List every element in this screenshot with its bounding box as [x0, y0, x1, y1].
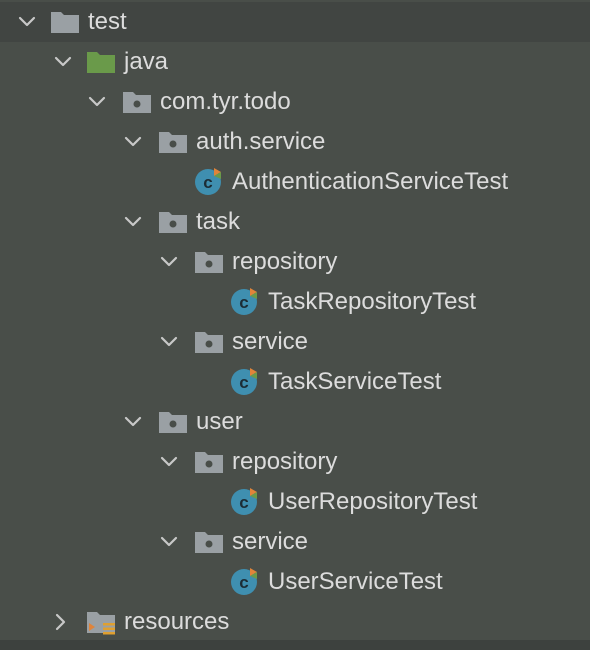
- tree-row-authentication-service-test[interactable]: c AuthenticationServiceTest: [0, 162, 590, 202]
- tree-row-label: resources: [124, 608, 230, 635]
- tree-row-task-repository[interactable]: repository: [0, 242, 590, 282]
- package-icon: [158, 409, 188, 435]
- chevron-down-icon[interactable]: [158, 531, 180, 553]
- package-icon: [194, 529, 224, 555]
- chevron-down-icon[interactable]: [158, 251, 180, 273]
- svg-text:c: c: [239, 573, 248, 592]
- tree-row-label: java: [124, 48, 169, 75]
- project-tree: test java com.tyr.todo auth.service c Au…: [0, 0, 590, 650]
- tree-row-label: service: [232, 528, 309, 555]
- tree-row-label: UserServiceTest: [268, 568, 443, 595]
- chevron-down-icon[interactable]: [158, 451, 180, 473]
- tree-row-task-repository-test[interactable]: c TaskRepositoryTest: [0, 282, 590, 322]
- tree-row-label: com.tyr.todo: [160, 88, 291, 115]
- package-icon: [158, 129, 188, 155]
- bottom-divider: [0, 640, 590, 650]
- chevron-down-icon[interactable]: [16, 11, 38, 33]
- tree-row-auth-service[interactable]: auth.service: [0, 122, 590, 162]
- tree-row-label: UserRepositoryTest: [268, 488, 478, 515]
- svg-text:c: c: [239, 293, 248, 312]
- package-icon: [122, 89, 152, 115]
- tree-row-user-service-test[interactable]: c UserServiceTest: [0, 562, 590, 602]
- tree-row-label: task: [196, 208, 241, 235]
- chevron-down-icon[interactable]: [122, 131, 144, 153]
- folder-icon: [50, 9, 80, 35]
- chevron-down-icon[interactable]: [158, 331, 180, 353]
- tree-row-label: test: [88, 8, 127, 35]
- tree-row-label: auth.service: [196, 128, 326, 155]
- tree-row-test[interactable]: test: [0, 2, 590, 42]
- svg-text:c: c: [239, 373, 248, 392]
- tree-row-resources[interactable]: resources: [0, 602, 590, 642]
- test-class-icon: c: [230, 567, 260, 595]
- test-class-icon: c: [230, 367, 260, 395]
- chevron-down-icon[interactable]: [122, 211, 144, 233]
- package-icon: [194, 329, 224, 355]
- tree-row-task-service-test[interactable]: c TaskServiceTest: [0, 362, 590, 402]
- chevron-down-icon[interactable]: [52, 51, 74, 73]
- source-folder-icon: [86, 49, 116, 75]
- tree-row-task[interactable]: task: [0, 202, 590, 242]
- svg-text:c: c: [239, 493, 248, 512]
- tree-row-user-repository-test[interactable]: c UserRepositoryTest: [0, 482, 590, 522]
- chevron-down-icon[interactable]: [86, 91, 108, 113]
- svg-text:c: c: [203, 173, 212, 192]
- test-class-icon: c: [230, 487, 260, 515]
- chevron-down-icon[interactable]: [122, 411, 144, 433]
- tree-row-user-service[interactable]: service: [0, 522, 590, 562]
- tree-row-label: repository: [232, 448, 338, 475]
- test-class-icon: c: [230, 287, 260, 315]
- resources-folder-icon: [86, 609, 116, 635]
- tree-row-label: AuthenticationServiceTest: [232, 168, 509, 195]
- package-icon: [194, 449, 224, 475]
- tree-row-label: repository: [232, 248, 338, 275]
- package-icon: [158, 209, 188, 235]
- tree-row-label: service: [232, 328, 309, 355]
- tree-row-user-repository[interactable]: repository: [0, 442, 590, 482]
- tree-row-java[interactable]: java: [0, 42, 590, 82]
- package-icon: [194, 249, 224, 275]
- tree-row-user[interactable]: user: [0, 402, 590, 442]
- chevron-right-icon[interactable]: [50, 611, 72, 633]
- tree-row-task-service[interactable]: service: [0, 322, 590, 362]
- tree-row-label: TaskRepositoryTest: [268, 288, 477, 315]
- tree-row-com-tyr-todo[interactable]: com.tyr.todo: [0, 82, 590, 122]
- tree-row-label: TaskServiceTest: [268, 368, 442, 395]
- tree-row-label: user: [196, 408, 243, 435]
- test-class-icon: c: [194, 167, 224, 195]
